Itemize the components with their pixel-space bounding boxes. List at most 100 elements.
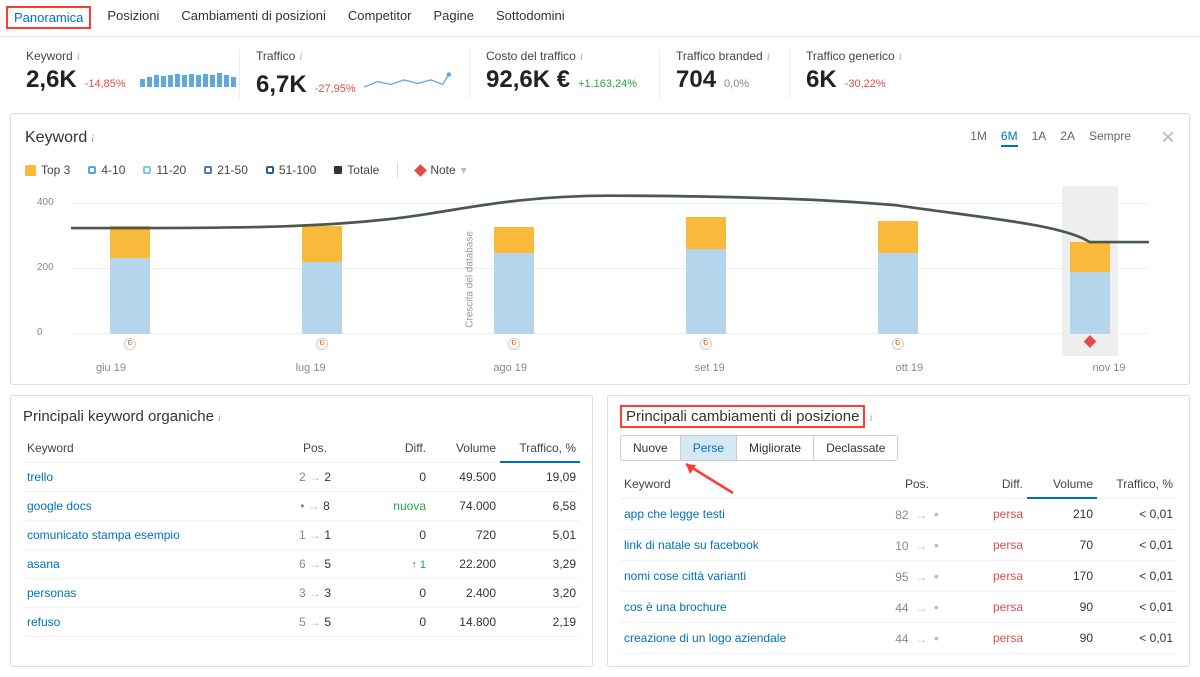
time-range: 1M 6M 1A 2A Sempre [970,129,1131,147]
table-row[interactable]: comunicato stampa esempio1 → 107205,01 [23,521,580,550]
kpi-branded[interactable]: Traffico branded i 704 0,0% [660,49,790,99]
info-icon[interactable]: i [77,51,80,63]
kpi-generico-delta: -30,22% [845,78,886,90]
pill-row: Nuove Perse Migliorate Declassate [620,435,1177,461]
legend-21-50[interactable]: 21-50 [204,163,248,177]
nav-pagine[interactable]: Pagine [434,8,474,27]
table-row[interactable]: refuso5 → 5014.8002,19 [23,608,580,637]
chart[interactable]: 0 200 400 G G G G G Crescita del databas… [71,186,1149,356]
legend-11-20[interactable]: 11-20 [143,163,186,177]
range-sempre[interactable]: Sempre [1089,129,1131,147]
google-icon: G [316,338,328,350]
nav-posizioni[interactable]: Posizioni [107,8,159,27]
table-row[interactable]: personas3 → 302.4003,20 [23,579,580,608]
xlabel: nov 19 [1069,362,1149,374]
kpi-branded-label: Traffico branded [676,49,763,63]
range-6m[interactable]: 6M [1001,129,1018,147]
table-row[interactable]: nomi cose città varianti95 → •persa170< … [620,560,1177,591]
right-title: Principali cambiamenti di posizione [620,405,865,428]
range-1m[interactable]: 1M [970,129,987,147]
sparkline [364,66,453,92]
ytick: 0 [37,327,43,338]
xlabel: giu 19 [71,362,151,374]
legend-note[interactable]: Note ▾ [416,163,466,177]
table-row[interactable]: asana6 → 5↑ 122.2003,29 [23,550,580,579]
kpi-branded-delta: 0,0% [724,78,749,90]
range-2a[interactable]: 2A [1060,129,1075,147]
table-row[interactable]: trello2 → 2049.50019,09 [23,462,580,492]
legend-top3[interactable]: Top 3 [25,163,70,177]
th-pos[interactable]: Pos. [270,435,360,462]
info-icon[interactable]: i [299,51,302,63]
kpi-branded-value: 704 [676,66,716,94]
table-row[interactable]: link di natale su facebook10 → •persa70<… [620,529,1177,560]
table-row[interactable]: creazione di un logo aziendale44 → •pers… [620,622,1177,653]
ytick: 200 [37,262,54,273]
bar-ott[interactable] [878,221,918,334]
nav-sottodomini[interactable]: Sottodomini [496,8,565,27]
keyword-panel: Keyword i 1M 6M 1A 2A Sempre × Top 3 4-10… [10,113,1190,385]
top-keywords-panel: Principali keyword organichei Keyword Po… [10,395,593,667]
kpi-keyword[interactable]: Keywordi 2,6K -14,85% [10,49,240,99]
google-icon: G [700,338,712,350]
ytick: 400 [37,197,54,208]
info-icon[interactable]: i [869,412,872,424]
kpi-keyword-label: Keyword [26,49,73,63]
position-changes-panel: Principali cambiamenti di posizione i Nuo… [607,395,1190,667]
kpi-generico-value: 6K [806,66,837,94]
kpi-keyword-delta: -14,85% [85,78,126,90]
db-growth-label: Crescita del database [464,231,475,328]
top-nav: Panoramica Posizioni Cambiamenti di posi… [0,0,1200,37]
google-icon: G [508,338,520,350]
bar-set[interactable] [686,217,726,334]
pill-declassate[interactable]: Declassate [813,435,898,461]
xlabel: lug 19 [271,362,351,374]
bar-giu[interactable] [110,226,150,334]
th-vol[interactable]: Volume [430,435,500,462]
kpi-traffico-value: 6,7K [256,71,307,99]
info-icon[interactable]: i [580,51,583,63]
nav-panoramica[interactable]: Panoramica [6,6,91,29]
th-diff[interactable]: Diff. [360,435,430,462]
legend-51-100[interactable]: 51-100 [266,163,316,177]
info-icon[interactable]: i [91,133,94,145]
th-diff[interactable]: Diff. [967,471,1027,498]
close-icon[interactable]: × [1161,124,1175,152]
pill-nuove[interactable]: Nuove [620,435,681,461]
info-icon[interactable]: i [218,412,221,424]
nav-cambiamenti[interactable]: Cambiamenti di posizioni [181,8,326,27]
kpi-costo-delta: +1.163,24% [578,78,637,90]
th-keyword[interactable]: Keyword [620,471,867,498]
pill-perse[interactable]: Perse [680,435,737,461]
legend-totale[interactable]: Totale [334,163,379,177]
pill-migliorate[interactable]: Migliorate [736,435,814,461]
kpi-costo-value: 92,6K € [486,66,570,94]
bar-lug[interactable] [302,226,342,334]
kpi-generico[interactable]: Traffico genericoi 6K -30,22% [790,49,918,99]
th-traf[interactable]: Traffico, % [1097,471,1177,498]
diamond-icon [1085,334,1094,349]
bar-ago[interactable] [494,227,534,334]
x-axis: giu 19 lug 19 ago 19 set 19 ott 19 nov 1… [11,360,1189,384]
trend-line [71,186,1149,346]
range-1a[interactable]: 1A [1032,129,1047,147]
xlabel: ago 19 [470,362,550,374]
left-table: Keyword Pos. Diff. Volume Traffico, % tr… [23,435,580,637]
bar-nov[interactable] [1070,242,1110,334]
table-row[interactable]: app che legge testi82 → •persa210< 0,01 [620,498,1177,529]
th-pos[interactable]: Pos. [867,471,967,498]
table-row[interactable]: google docs• → 8nuova74.0006,58 [23,492,580,521]
th-vol[interactable]: Volume [1027,471,1097,498]
nav-competitor[interactable]: Competitor [348,8,412,27]
th-keyword[interactable]: Keyword [23,435,270,462]
right-table: Keyword Pos. Diff. Volume Traffico, % ap… [620,471,1177,654]
info-icon[interactable]: i [767,51,770,63]
kpi-traffico-label: Traffico [256,49,295,63]
panel-title: Keyword [25,129,87,146]
legend-4-10[interactable]: 4-10 [88,163,125,177]
kpi-traffico[interactable]: Trafficoi 6,7K -27,95% [240,49,470,99]
kpi-costo[interactable]: Costo del trafficoi 92,6K € +1.163,24% [470,49,660,99]
mini-bars [140,73,236,87]
th-traf[interactable]: Traffico, % [500,435,580,462]
info-icon[interactable]: i [899,51,902,63]
